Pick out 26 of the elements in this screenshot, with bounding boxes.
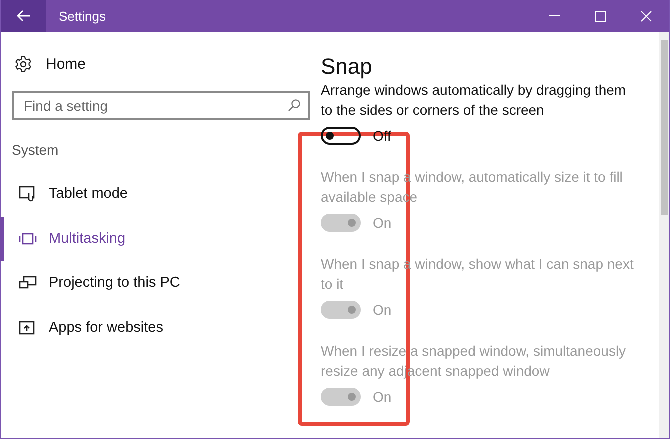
maximize-icon (594, 10, 606, 22)
sidebar-item[interactable]: Projecting to this PC (0, 261, 230, 306)
settings-icon (15, 56, 32, 72)
section-heading: System (12, 142, 59, 158)
tablet-icon (19, 186, 37, 202)
sidebar-item[interactable]: Tablet mode (0, 172, 230, 216)
toggle-state: On (373, 215, 392, 231)
app-window-icon (19, 320, 35, 335)
back-arrow-icon (16, 10, 30, 22)
multitask-icon (19, 232, 37, 245)
minimize-icon (548, 15, 560, 17)
search-field[interactable]: Find a setting (12, 91, 310, 120)
page-heading: Snap (321, 54, 372, 80)
window-title: Settings (59, 8, 107, 24)
toggle-state: On (373, 302, 392, 318)
search-icon (288, 99, 301, 112)
projector-screen-icon (19, 276, 37, 290)
setting-description: Arrange windows automatically by dragging them to the sides or corners of the screen (321, 81, 628, 120)
toggle-switch[interactable] (321, 127, 361, 145)
sidebar-item[interactable]: Apps for websites (0, 306, 230, 350)
close-icon (640, 10, 652, 22)
scrollbar[interactable] (659, 32, 669, 438)
toggle-state: On (373, 389, 392, 405)
home-item[interactable]: Home (15, 54, 105, 74)
sidebar-item[interactable]: Multitasking (0, 216, 230, 261)
back-button[interactable] (1, 0, 46, 32)
